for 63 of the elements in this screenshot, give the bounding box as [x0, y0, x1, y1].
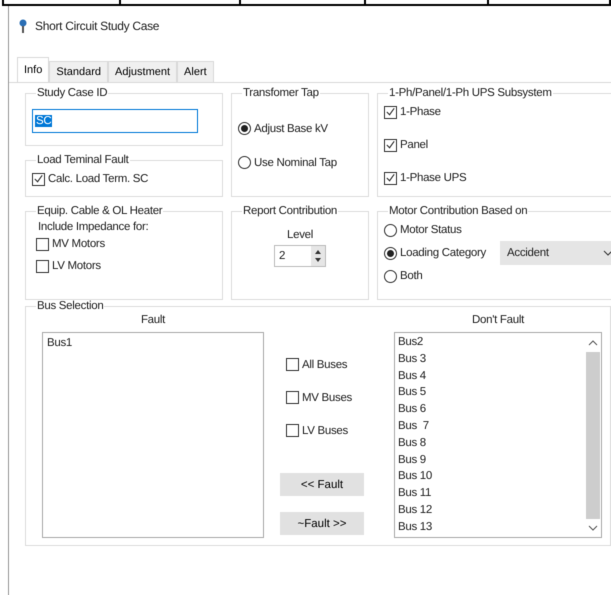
- move-button[interactable]: << Fault: [280, 473, 364, 496]
- list-item[interactable]: Bus1: [47, 335, 259, 352]
- list-item[interactable]: Bus 4: [398, 368, 584, 384]
- list-item[interactable]: Bus 6: [398, 401, 584, 418]
- checkbox-label: 1-Phase UPS: [400, 172, 466, 184]
- list-item[interactable]: Bus 12: [398, 502, 584, 519]
- radio-option[interactable]: Use Nominal Tap: [238, 152, 362, 174]
- checkbox-label: MV Motors: [52, 238, 105, 250]
- checkbox-label: MV Buses: [302, 392, 352, 404]
- window-title: Short Circuit Study Case: [35, 19, 160, 33]
- group-title: Motor Contribution Based on: [388, 205, 528, 217]
- list-heading: Don't Fault: [471, 314, 526, 328]
- checkbox-label: Panel: [400, 139, 428, 151]
- group-title: Study Case ID: [36, 87, 108, 99]
- radio-option[interactable]: Loading Category: [384, 242, 486, 264]
- checkbox[interactable]: LV Buses: [286, 414, 382, 447]
- group-title: 1-Ph/Panel/1-Ph UPS Subsystem: [388, 87, 553, 99]
- checkbox[interactable]: Panel: [384, 134, 610, 156]
- checkbox[interactable]: MV Motors: [36, 233, 216, 255]
- input-field[interactable]: SC: [32, 109, 198, 133]
- checkbox-label: 1-Phase: [400, 106, 441, 118]
- list-item[interactable]: Bus 5: [398, 384, 584, 402]
- list-item[interactable]: Bus 13: [398, 518, 584, 536]
- group-title: Load Teminal Fault: [36, 154, 130, 166]
- checkbox-label: LV Motors: [52, 260, 101, 272]
- group-title: Equip. Cable & OL Heater: [36, 205, 164, 217]
- radio-option[interactable]: Motor Status: [384, 219, 462, 241]
- radio-label: Adjust Base kV: [254, 122, 328, 134]
- group-title: Report Contribution: [242, 205, 338, 217]
- list-item[interactable]: Bus2: [398, 334, 584, 351]
- radio-option[interactable]: Adjust Base kV: [238, 118, 362, 140]
- checkbox[interactable]: 1-Phase: [384, 101, 610, 123]
- group-title: Bus Selection: [36, 300, 104, 312]
- radio-label: Motor Status: [400, 224, 462, 236]
- checkbox[interactable]: MV Buses: [286, 381, 382, 414]
- group-title: Transfomer Tap: [242, 87, 320, 99]
- list-item[interactable]: Bus 10: [398, 468, 584, 486]
- checkbox[interactable]: 1-Phase UPS: [384, 167, 610, 189]
- level-label: Level: [287, 229, 313, 241]
- list-item[interactable]: Bus 11: [398, 485, 584, 502]
- radio-option[interactable]: Both: [384, 265, 422, 287]
- radio-label: Use Nominal Tap: [254, 156, 337, 168]
- spin-field[interactable]: 2: [274, 245, 326, 267]
- list-heading: Fault: [140, 314, 166, 328]
- checkbox[interactable]: LV Motors: [36, 255, 216, 277]
- checkbox-label: LV Buses: [302, 424, 348, 436]
- tab[interactable]: Alert: [177, 61, 214, 82]
- list-item[interactable]: Bus 9: [398, 452, 584, 468]
- checkbox-label: All Buses: [302, 358, 348, 370]
- radio-label: Loading Category: [400, 247, 486, 259]
- tab[interactable]: Adjustment: [108, 61, 178, 82]
- group-subtitle: Include Impedance for:: [38, 221, 150, 233]
- list-item[interactable]: Bus 3: [398, 350, 584, 368]
- dropdown[interactable]: Accident: [500, 241, 611, 265]
- checkbox-label: Calc. Load Term. SC: [48, 173, 148, 185]
- list-item[interactable]: Bus 8: [398, 434, 584, 452]
- checkbox[interactable]: Calc. Load Term. SC: [32, 168, 216, 190]
- tab[interactable]: Info: [17, 57, 50, 82]
- radio-label: Both: [400, 270, 422, 282]
- tab[interactable]: Standard: [49, 61, 108, 82]
- checkbox[interactable]: All Buses: [286, 348, 382, 381]
- list-item[interactable]: Bus 7: [398, 418, 584, 435]
- move-button[interactable]: ~Fault >>: [280, 512, 364, 535]
